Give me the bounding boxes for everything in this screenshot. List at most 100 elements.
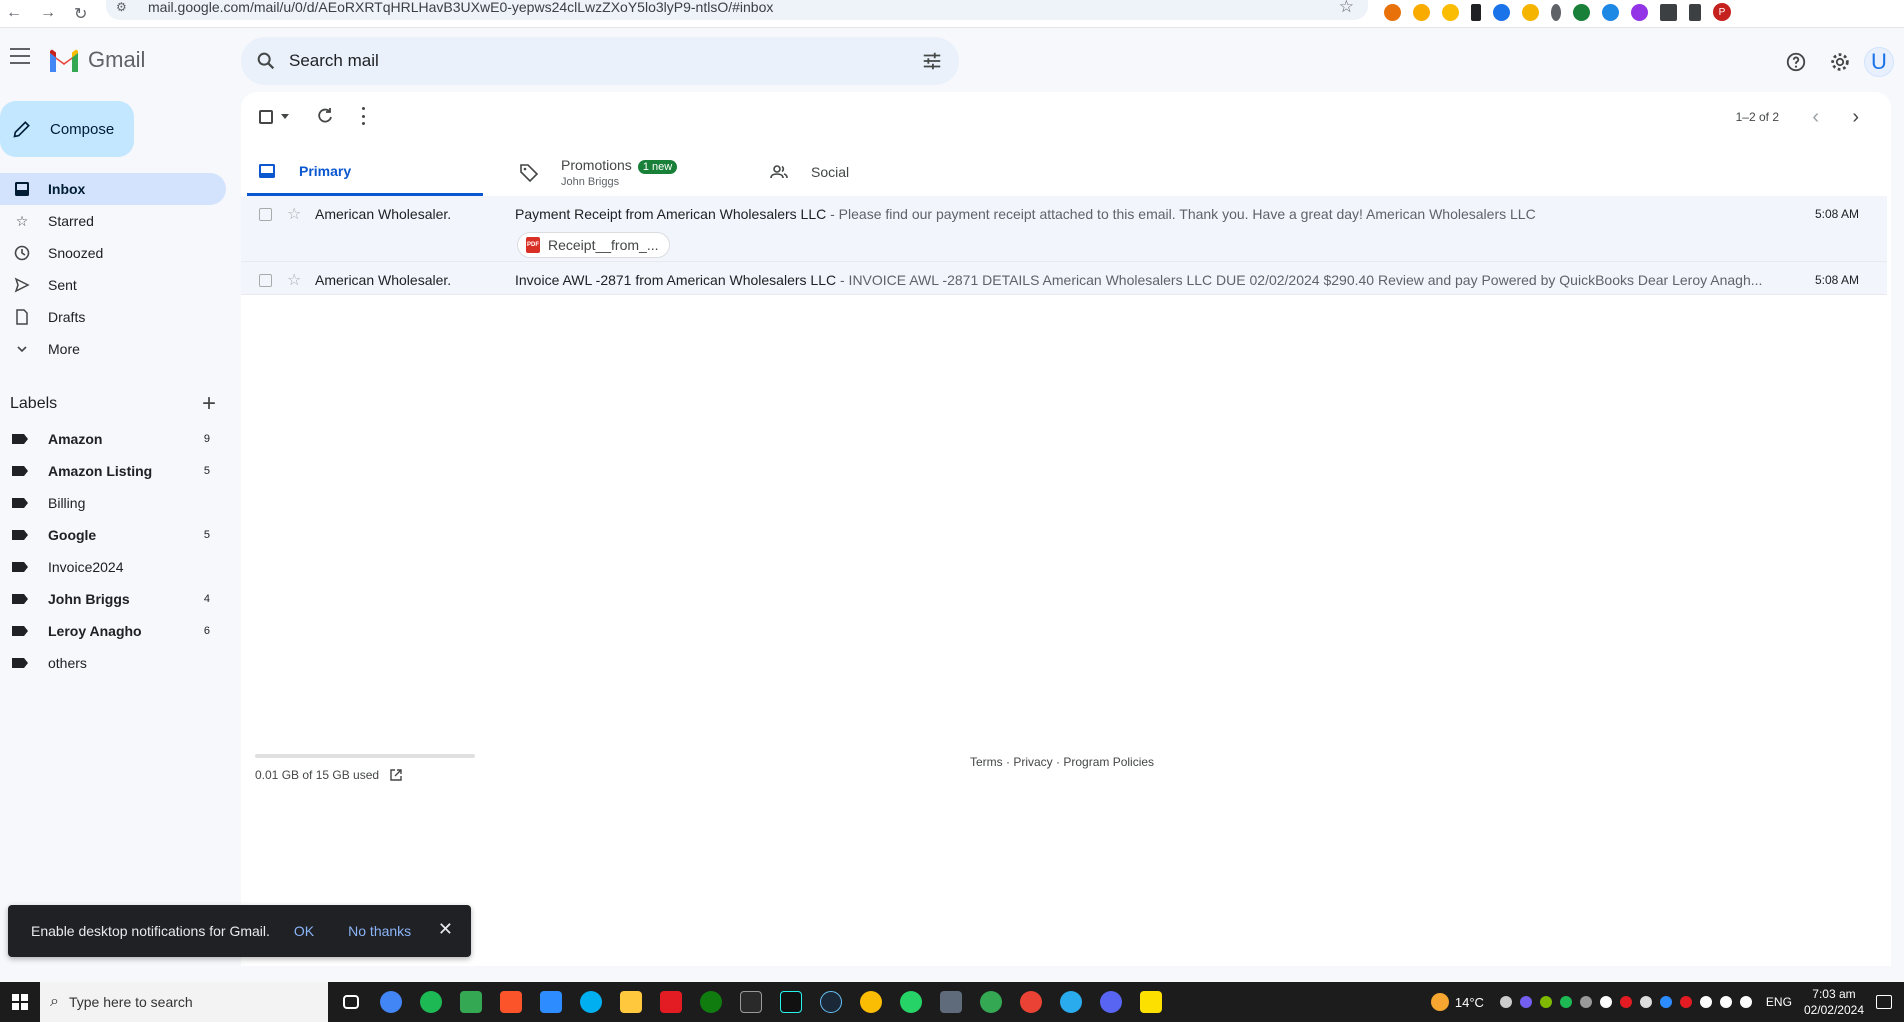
side-panel-icon[interactable]: [1689, 3, 1701, 21]
sticky-notes-icon[interactable]: [1136, 987, 1166, 1017]
file-explorer-icon[interactable]: [616, 987, 646, 1017]
more-options-icon[interactable]: [361, 107, 365, 125]
create-label-plus-icon[interactable]: +: [202, 390, 216, 418]
tray-icon[interactable]: [1599, 996, 1612, 1008]
task-view-icon[interactable]: [336, 987, 366, 1017]
star-icon[interactable]: ☆: [287, 204, 301, 224]
select-dropdown-caret-icon[interactable]: [281, 114, 289, 119]
extension-icon[interactable]: [1493, 3, 1510, 21]
tray-icon[interactable]: [1679, 996, 1692, 1008]
address-bar[interactable]: ⚙ mail.google.com/mail/u/0/d/AEoRXRTqHRL…: [106, 0, 1368, 20]
sidebar-item-sent[interactable]: Sent: [0, 269, 226, 301]
support-button[interactable]: [1776, 42, 1816, 82]
sidebar-item-snoozed[interactable]: Snoozed: [0, 237, 226, 269]
system-clock[interactable]: 7:03 am 02/02/2024: [1804, 986, 1864, 1018]
chrome-icon[interactable]: [376, 987, 406, 1017]
tray-icon[interactable]: [1639, 996, 1652, 1008]
extension-icon[interactable]: [1551, 3, 1561, 21]
amd-icon[interactable]: [656, 987, 686, 1017]
select-all-checkbox[interactable]: [259, 110, 273, 124]
terms-link[interactable]: Terms: [970, 755, 1003, 769]
compose-button[interactable]: Compose: [0, 101, 134, 157]
extension-icon[interactable]: [1602, 3, 1619, 21]
tab-primary[interactable]: Primary: [247, 148, 483, 196]
chevron-left-icon[interactable]: ‹: [1812, 106, 1819, 129]
spotify-icon[interactable]: [416, 987, 446, 1017]
chevron-right-icon[interactable]: ›: [1852, 106, 1859, 129]
tray-icon[interactable]: [1619, 996, 1632, 1008]
notification-center-icon[interactable]: [1876, 995, 1892, 1009]
taskbar-search[interactable]: ⌕ Type here to search: [40, 982, 328, 1022]
tray-icon[interactable]: [1559, 996, 1572, 1008]
extension-icon[interactable]: [1631, 3, 1648, 21]
toast-no-thanks-button[interactable]: No thanks: [348, 923, 411, 939]
label-item-others[interactable]: others: [0, 647, 226, 679]
microphone-icon[interactable]: [1699, 996, 1712, 1008]
browser-profile-avatar[interactable]: P: [1713, 3, 1731, 21]
search-bar[interactable]: [241, 37, 959, 85]
brave-icon[interactable]: [496, 987, 526, 1017]
tab-promotions[interactable]: Promotions 1 new John Briggs: [509, 148, 745, 196]
label-item-john-briggs[interactable]: John Briggs 4: [0, 583, 226, 615]
whatsapp-icon[interactable]: [896, 987, 926, 1017]
sidebar-item-drafts[interactable]: Drafts: [0, 301, 226, 333]
star-icon[interactable]: ☆: [287, 270, 301, 290]
tab-social[interactable]: Social: [759, 148, 995, 196]
gmail-logo[interactable]: Gmail: [48, 47, 145, 73]
start-button[interactable]: [0, 982, 40, 1022]
back-icon[interactable]: ←: [6, 4, 22, 24]
sidebar-item-inbox[interactable]: Inbox: [0, 173, 226, 205]
tiktok-icon[interactable]: [776, 987, 806, 1017]
messages-icon[interactable]: [456, 987, 486, 1017]
extensions-puzzle-icon[interactable]: [1660, 3, 1677, 21]
label-item-invoice2024[interactable]: Invoice2024: [0, 551, 226, 583]
label-item-amazon[interactable]: Amazon 9: [0, 423, 226, 455]
extension-icon[interactable]: [1413, 3, 1430, 21]
extension-icon[interactable]: [1573, 3, 1590, 21]
search-icon[interactable]: [255, 50, 277, 72]
email-row[interactable]: ☆ American Wholesaler. Invoice AWL -2871…: [241, 262, 1887, 295]
tray-icon[interactable]: [1539, 996, 1552, 1008]
reload-icon[interactable]: ↻: [74, 4, 87, 24]
tray-icon[interactable]: [1659, 996, 1672, 1008]
account-avatar[interactable]: U: [1864, 47, 1894, 77]
main-menu-icon[interactable]: [10, 48, 30, 64]
label-item-leroy-anagho[interactable]: Leroy Anagho 6: [0, 615, 226, 647]
chrome-icon[interactable]: [856, 987, 886, 1017]
steam-icon[interactable]: [816, 987, 846, 1017]
row-checkbox[interactable]: [259, 274, 272, 287]
xbox-icon[interactable]: [696, 987, 726, 1017]
extension-icon[interactable]: [1522, 3, 1539, 21]
tray-icon[interactable]: [1499, 996, 1512, 1008]
label-item-amazon-listing[interactable]: Amazon Listing 5: [0, 455, 226, 487]
row-checkbox[interactable]: [259, 208, 272, 221]
toast-ok-button[interactable]: OK: [294, 923, 314, 939]
epic-games-icon[interactable]: [736, 987, 766, 1017]
site-settings-icon[interactable]: ⚙: [116, 0, 130, 14]
open-external-icon[interactable]: [389, 768, 403, 782]
chrome-profile-icon[interactable]: [976, 987, 1006, 1017]
language-indicator[interactable]: ENG: [1766, 995, 1792, 1009]
extension-icon[interactable]: [1471, 3, 1481, 21]
search-input[interactable]: [289, 51, 889, 71]
sidebar-item-more[interactable]: More: [0, 333, 226, 365]
settings-button[interactable]: [1820, 42, 1860, 82]
sidebar-item-starred[interactable]: ☆ Starred: [0, 205, 226, 237]
close-icon[interactable]: ✕: [438, 919, 453, 940]
tray-icon[interactable]: [1579, 996, 1592, 1008]
weather-widget[interactable]: 14°C: [1430, 993, 1484, 1011]
telegram-icon[interactable]: [1056, 987, 1086, 1017]
chrome-profile-icon[interactable]: [1016, 987, 1046, 1017]
volume-icon[interactable]: [1739, 996, 1752, 1008]
program-policies-link[interactable]: Program Policies: [1063, 755, 1154, 769]
extension-icon[interactable]: [1384, 3, 1401, 21]
label-item-billing[interactable]: Billing: [0, 487, 226, 519]
label-item-google[interactable]: Google 5: [0, 519, 226, 551]
bookmark-star-icon[interactable]: ☆: [1339, 0, 1354, 17]
email-row[interactable]: ☆ American Wholesaler. Payment Receipt f…: [241, 196, 1887, 262]
tray-icon[interactable]: [1519, 996, 1532, 1008]
search-options-icon[interactable]: [921, 50, 943, 72]
privacy-link[interactable]: Privacy: [1013, 755, 1052, 769]
calculator-icon[interactable]: [936, 987, 966, 1017]
extension-icon[interactable]: [1442, 3, 1459, 21]
